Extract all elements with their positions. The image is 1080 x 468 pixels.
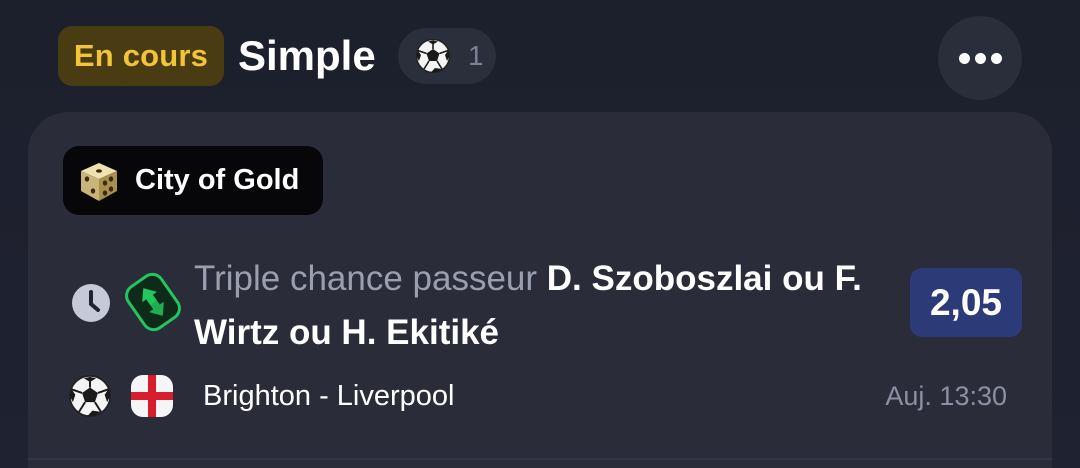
dice-icon <box>75 157 123 210</box>
card-divider <box>28 458 1052 460</box>
odds-button[interactable]: 2,05 <box>910 268 1022 337</box>
soccer-ball-icon <box>68 374 112 423</box>
match-time: Auj. 13:30 <box>885 381 1007 411</box>
clock-icon <box>71 283 111 323</box>
provider-name: City of Gold <box>135 164 300 196</box>
match-name[interactable]: Brighton - Liverpool <box>203 372 454 420</box>
provider-badge: City of Gold <box>63 146 323 215</box>
soccer-ball-icon <box>415 38 451 79</box>
selection-count: 1 <box>468 40 484 71</box>
bet-type-title: Simple <box>238 32 376 79</box>
selection-count-pill: 1 <box>398 28 496 84</box>
more-options-button[interactable] <box>938 16 1022 100</box>
england-flag-icon <box>130 374 174 418</box>
status-badge: En cours <box>58 26 224 86</box>
boost-arrows-icon <box>124 272 182 332</box>
market-name: Triple chance passeur <box>194 259 538 298</box>
selection-description: Triple chance passeur D. Szoboszlai ou F… <box>194 252 894 360</box>
bet-slip-screen: En cours Simple 1 City of Gold Triple ch… <box>0 0 1080 468</box>
